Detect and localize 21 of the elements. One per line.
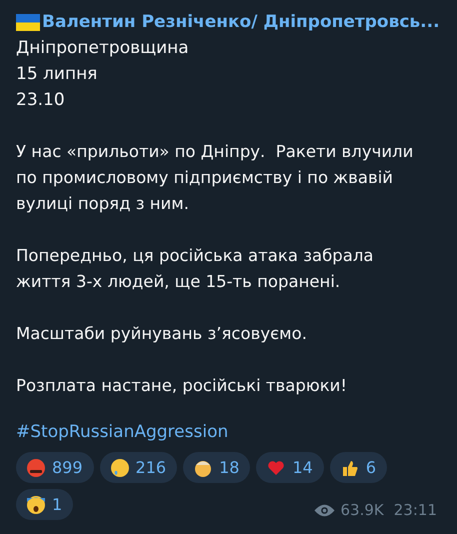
reaction-button[interactable]: 216	[100, 452, 178, 483]
crying-emoji-icon	[110, 458, 130, 478]
reaction-button[interactable]: 1	[16, 489, 74, 520]
reaction-button[interactable]: 18	[183, 452, 250, 483]
reaction-button[interactable]: 6	[330, 452, 387, 483]
header-line: 15 липня	[16, 63, 98, 86]
channel-name[interactable]: Валентин Резніченко/ Дніпропетровсь...	[42, 9, 440, 35]
message-paragraph: У нас «прильоти» по Дніпру. Ракети влучили по промисловому підприємству і по жвавій вулиці поряд з ним.	[16, 141, 414, 215]
message-paragraph: Попередньо, ця російська атака забрала життя 3-х людей, ще 15-ть поранені.	[16, 245, 374, 293]
scream-emoji-icon	[26, 494, 46, 514]
reaction-button[interactable]: 14	[256, 452, 324, 483]
eye-icon	[314, 504, 335, 516]
hashtag-link[interactable]: #StopRussianAggression	[16, 419, 228, 445]
message-paragraph: Масштаби руйнувань зʼясовуємо.	[16, 323, 308, 345]
message-paragraph: Розплата настане, російські тварюки!	[16, 375, 348, 397]
reaction-button[interactable]: 899	[16, 452, 94, 483]
view-count: 63.9K	[340, 500, 384, 520]
message-time: 23:11	[394, 500, 437, 520]
header-line: 23.10	[16, 89, 66, 112]
flag-icon	[16, 14, 40, 30]
header-line: Дніпропетровщина	[16, 37, 190, 60]
